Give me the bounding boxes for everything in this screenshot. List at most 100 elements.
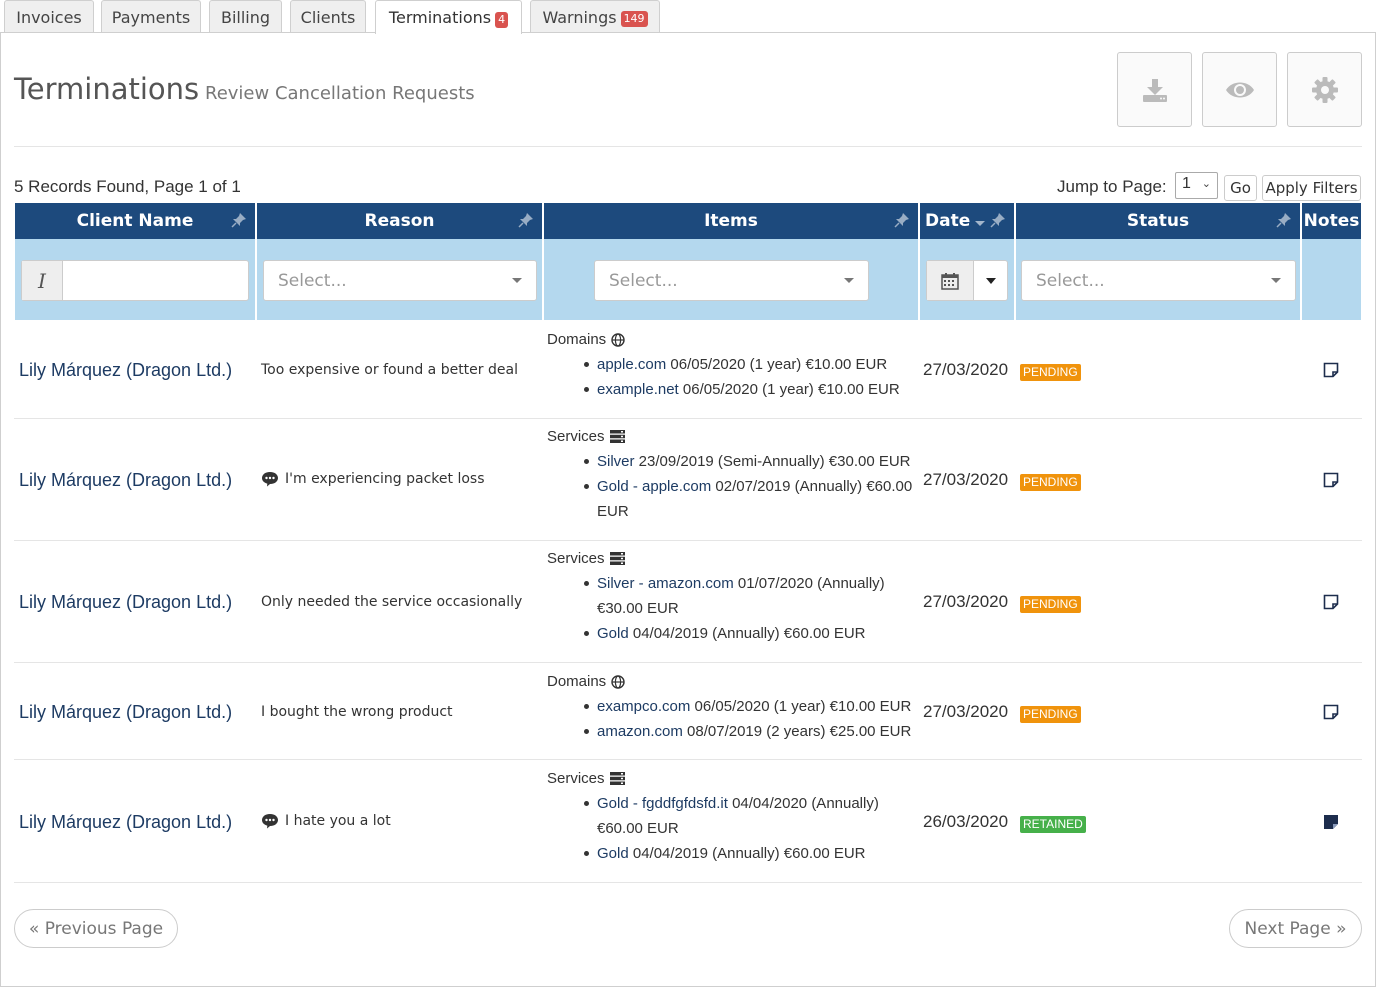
comment-icon[interactable] — [261, 813, 279, 829]
records-count: 5 Records Found, Page 1 of 1 — [14, 177, 241, 196]
next-page-button[interactable]: Next Page » — [1229, 909, 1362, 948]
column-header-label: Client Name — [76, 211, 194, 231]
text-format-button[interactable]: I — [22, 261, 63, 300]
client-name-link[interactable]: Lily Márquez (Dragon Ltd.) — [19, 470, 232, 491]
item-link[interactable]: Gold — [597, 625, 629, 642]
date-dropdown-button[interactable] — [975, 261, 1007, 300]
row-divider — [14, 418, 1362, 419]
client-name-link[interactable]: Lily Márquez (Dragon Ltd.) — [19, 812, 232, 833]
list-item: Gold - fgddfgfdsfd.it 04/04/2020 (Annual… — [584, 791, 879, 841]
tab-label: Clients — [300, 7, 356, 27]
item-link[interactable]: Silver - amazon.com — [597, 575, 734, 592]
export-button[interactable] — [1117, 52, 1192, 127]
column-header-label: Status — [1126, 211, 1190, 231]
column-header-items[interactable]: Items — [544, 203, 918, 239]
list-item: Gold - apple.com 02/07/2019 (Annually) €… — [583, 474, 912, 524]
sort-down-icon — [975, 220, 986, 226]
pin-icon[interactable] — [990, 212, 1006, 228]
tab-label: Invoices — [16, 7, 82, 27]
items-category: Services — [547, 770, 605, 787]
date-picker-button[interactable] — [927, 261, 974, 300]
date-text: 27/03/2020 — [923, 470, 1009, 489]
client-name-link[interactable]: Lily Márquez (Dragon Ltd.) — [19, 360, 232, 381]
item-details: 23/09/2019 (Semi-Annually) €30.00 EUR — [634, 453, 911, 470]
reason-filter-placeholder: Select... — [278, 270, 347, 291]
column-header-notes[interactable]: Notes — [1302, 203, 1361, 239]
client-name-link[interactable]: Lily Márquez (Dragon Ltd.) — [19, 592, 232, 613]
pin-icon[interactable] — [894, 212, 910, 228]
items-cell: Services Silver 23/09/2019 (Semi-Annuall… — [547, 424, 912, 524]
column-header-date[interactable]: Date — [920, 203, 1014, 239]
item-link[interactable]: Silver — [597, 453, 635, 470]
sticky-note-icon[interactable] — [1323, 362, 1339, 378]
view-button[interactable] — [1202, 52, 1277, 127]
jump-to-page-select[interactable]: 1 ⌄ — [1175, 172, 1218, 199]
item-link[interactable]: apple.com — [597, 356, 666, 373]
tab-clients[interactable]: Clients — [290, 0, 366, 33]
item-details: 06/05/2020 (1 year) €10.00 EUR — [690, 698, 912, 715]
reason-text: Too expensive or found a better deal — [261, 362, 518, 378]
items-cell: Domains apple.com 06/05/2020 (1 year) €1… — [547, 327, 900, 402]
go-button[interactable]: Go — [1224, 175, 1257, 201]
tab-payments[interactable]: Payments — [101, 0, 201, 33]
sticky-note-icon[interactable] — [1323, 704, 1339, 720]
pin-icon[interactable] — [231, 212, 247, 228]
comment-icon[interactable] — [261, 471, 279, 487]
list-item: amazon.com 08/07/2019 (2 years) €25.00 E… — [583, 719, 911, 744]
caret-down-icon — [986, 277, 996, 284]
date-text: 27/03/2020 — [923, 702, 1009, 721]
previous-page-button[interactable]: « Previous Page — [14, 909, 178, 948]
tab-count-badge: 149 — [620, 11, 648, 27]
page-subtitle: Review Cancellation Requests — [205, 83, 475, 104]
status-badge: PENDING — [1020, 364, 1081, 381]
column-header-reason[interactable]: Reason — [257, 203, 542, 239]
list-item: Silver 23/09/2019 (Semi-Annually) €30.00… — [583, 449, 912, 474]
client-filter-input[interactable] — [64, 261, 248, 300]
tab-warnings[interactable]: Warnings 149 — [530, 0, 660, 33]
reason-filter-select[interactable]: Select... — [263, 260, 537, 301]
items-cell: Services Silver - amazon.com 01/07/2020 … — [547, 546, 885, 646]
globe-icon — [611, 332, 625, 347]
reason-label: I hate you a lot — [285, 813, 391, 829]
list-item: apple.com 06/05/2020 (1 year) €10.00 EUR — [584, 352, 900, 377]
client-name-link[interactable]: Lily Márquez (Dragon Ltd.) — [19, 702, 232, 723]
apply-filters-button[interactable]: Apply Filters — [1262, 175, 1361, 201]
pin-icon[interactable] — [1276, 212, 1292, 228]
tab-billing[interactable]: Billing — [209, 0, 282, 33]
tab-bar: Invoices Payments Billing Clients Termin… — [0, 0, 1376, 34]
column-header-client[interactable]: Client Name — [15, 203, 255, 239]
divider — [14, 146, 1362, 147]
items-filter-placeholder: Select... — [609, 270, 678, 291]
item-link[interactable]: amazon.com — [597, 723, 683, 740]
list-item: Silver - amazon.com 01/07/2020 (Annually… — [584, 571, 885, 621]
items-filter-select[interactable]: Select... — [594, 260, 869, 301]
sticky-note-icon[interactable] — [1323, 472, 1339, 488]
sticky-note-icon[interactable] — [1323, 594, 1339, 610]
calendar-icon — [941, 272, 959, 290]
server-icon — [609, 772, 625, 785]
items-cell: Domains exampco.com 06/05/2020 (1 year) … — [547, 669, 911, 744]
status-filter-select[interactable]: Select... — [1021, 260, 1296, 301]
tab-invoices[interactable]: Invoices — [4, 0, 94, 33]
gear-icon — [1311, 76, 1338, 103]
status-badge: PENDING — [1020, 474, 1081, 491]
column-header-status[interactable]: Status — [1016, 203, 1300, 239]
date-text: 27/03/2020 — [923, 360, 1009, 379]
sticky-note-filled-icon[interactable] — [1323, 814, 1339, 830]
item-link[interactable]: example.net — [597, 381, 679, 398]
pin-icon[interactable] — [518, 212, 534, 228]
tab-terminations[interactable]: Terminations 4 — [375, 0, 522, 34]
item-link[interactable]: Gold - apple.com — [597, 478, 711, 495]
settings-button[interactable] — [1287, 52, 1362, 127]
item-link[interactable]: Gold — [597, 845, 629, 862]
reason-text: Only needed the service occasionally — [261, 594, 522, 610]
reason-label: Only needed the service occasionally — [261, 594, 523, 610]
date-text: 26/03/2020 — [923, 812, 1009, 831]
date-text: 27/03/2020 — [923, 592, 1009, 611]
item-link[interactable]: exampco.com — [597, 698, 690, 715]
item-link[interactable]: Gold - fgddfgfdsfd.it — [597, 795, 728, 812]
items-category: Services — [547, 428, 605, 445]
page-title: Terminations — [14, 72, 200, 106]
tab-label: Payments — [111, 7, 191, 27]
column-header-label: Date — [925, 211, 971, 231]
